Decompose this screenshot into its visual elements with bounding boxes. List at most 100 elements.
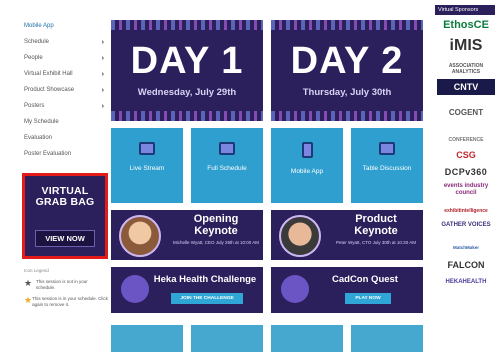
- sponsor-name: COGENT: [448, 108, 484, 117]
- grab-bag-title-line2: GRAB BAG: [35, 196, 95, 208]
- banner-title: Heka Health Challenge: [153, 274, 257, 285]
- sponsor-logo[interactable]: events industry council: [437, 181, 495, 203]
- keynote-detail: Michelle Wyatt, CEO July 29th at 10:00 A…: [173, 240, 259, 245]
- sidebar-item-exhibit-hall[interactable]: Virtual Exhibit Hall ›: [24, 66, 104, 82]
- sponsor-name: MatchMaker: [452, 245, 479, 250]
- sidebar-item-label: Product Showcase: [24, 87, 75, 93]
- sidebar-nav: Mobile App Schedule › People › Virtual Exh…: [24, 18, 104, 162]
- sponsor-logo[interactable]: CONFERENCE: [437, 125, 495, 147]
- sidebar-item-label: Mobile App: [24, 23, 54, 29]
- sponsor-logo[interactable]: ASSOCIATION ANALYTICS: [437, 59, 495, 77]
- sponsor-logo[interactable]: FALCON: [437, 255, 495, 275]
- day-2-card[interactable]: DAY 2 Thursday, July 30th: [271, 20, 423, 121]
- product-keynote-card[interactable]: Product Keynote Peter Wyatt, CTO July 30…: [271, 210, 423, 260]
- main-content: DAY 1 Wednesday, July 29th DAY 2 Thursda…: [111, 0, 429, 352]
- sponsor-name: GATHER VOICES: [441, 222, 491, 228]
- sidebar-item-mobile-app[interactable]: Mobile App: [24, 18, 104, 34]
- tile-mobile-app[interactable]: Mobile App: [271, 128, 343, 203]
- trophy-icon: [281, 275, 309, 303]
- tile-table-discussion[interactable]: Table Discussion: [351, 128, 423, 203]
- legend-title: Icon Legend: [24, 268, 49, 273]
- play-now-button[interactable]: PLAY NOW: [345, 293, 391, 304]
- icon-legend: Icon Legend ★ This session is not in you…: [24, 268, 108, 313]
- video-icon: [139, 142, 155, 155]
- sponsor-name: HEKAHEALTH: [445, 279, 487, 285]
- sponsors-column: Virtual Sponsors EthosCE iMIS ASSOCIATIO…: [433, 0, 499, 352]
- sponsors-header: Virtual Sponsors: [435, 5, 495, 15]
- sidebar-item-people[interactable]: People ›: [24, 50, 104, 66]
- sidebar-item-label: Virtual Exhibit Hall: [24, 71, 73, 77]
- sidebar-item-schedule[interactable]: Schedule ›: [24, 34, 104, 50]
- sponsor-name: EthosCE: [443, 19, 489, 31]
- sponsor-name: events industry council: [443, 183, 489, 196]
- sponsor-logo[interactable]: MatchMaker: [437, 241, 495, 255]
- legend-row: ★ This session is not in your schedule.: [24, 279, 108, 290]
- left-sidebar: Mobile App Schedule › People › Virtual Exh…: [0, 0, 110, 352]
- sidebar-item-label: Posters: [24, 103, 45, 109]
- day-1-card[interactable]: DAY 1 Wednesday, July 29th: [111, 20, 263, 121]
- sponsor-logo[interactable]: EthosCE: [437, 19, 495, 37]
- bottom-tile[interactable]: [111, 325, 183, 352]
- sponsor-name: ASSOCIATION ANALYTICS: [448, 63, 484, 75]
- grab-bag-title: VIRTUAL GRAB BAG: [25, 186, 105, 208]
- opening-keynote-card[interactable]: Opening Keynote Michelle Wyatt, CEO July…: [111, 210, 263, 260]
- health-challenge-banner[interactable]: Heka Health Challenge JOIN THE CHALLENGE: [111, 267, 263, 313]
- view-now-button[interactable]: VIEW NOW: [35, 230, 95, 247]
- speaker-photo: [279, 215, 321, 257]
- pattern-decoration: [271, 111, 423, 121]
- bottom-tile[interactable]: [351, 325, 423, 352]
- sidebar-item-label: Poster Evaluation: [24, 151, 72, 157]
- join-challenge-button[interactable]: JOIN THE CHALLENGE: [171, 293, 243, 304]
- sponsor-name: CONFERENCE: [448, 137, 484, 143]
- sponsor-logo[interactable]: CNTV: [437, 79, 495, 95]
- sidebar-item-product-showcase[interactable]: Product Showcase ›: [24, 82, 104, 98]
- speaker-photo: [119, 215, 161, 257]
- sponsor-logo[interactable]: iMIS: [437, 37, 495, 59]
- sponsor-logo[interactable]: exhibitintelligence: [437, 203, 495, 219]
- sidebar-item-label: People: [24, 55, 43, 61]
- chevron-right-icon: ›: [101, 38, 104, 46]
- heart-icon: [121, 275, 149, 303]
- virtual-grab-bag-banner[interactable]: VIRTUAL GRAB BAG VIEW NOW: [22, 173, 108, 259]
- sidebar-item-my-schedule[interactable]: My Schedule: [24, 114, 104, 130]
- pattern-decoration: [111, 111, 263, 121]
- chevron-right-icon: ›: [101, 86, 104, 94]
- legend-row: ★ This session is in your schedule. Clic…: [24, 296, 108, 307]
- sidebar-item-poster-evaluation[interactable]: Poster Evaluation: [24, 146, 104, 162]
- keynote-title: Product Keynote: [354, 213, 398, 237]
- tile-label: Table Discussion: [362, 165, 412, 172]
- day-date: Thursday, July 30th: [302, 87, 392, 98]
- tile-full-schedule[interactable]: Full Schedule: [191, 128, 263, 203]
- banner-title: CadCon Quest: [332, 274, 398, 285]
- chevron-right-icon: ›: [101, 54, 104, 62]
- chat-icon: [379, 142, 395, 155]
- keynote-detail: Peter Wyatt, CTO July 30th at 10:30 AM: [336, 240, 416, 245]
- sponsor-name: CNTV: [453, 82, 479, 92]
- sidebar-item-posters[interactable]: Posters ›: [24, 98, 104, 114]
- cadcon-quest-banner[interactable]: CadCon Quest PLAY NOW: [271, 267, 423, 313]
- sponsor-name: DCPv360: [444, 167, 488, 177]
- sponsor-name: iMIS: [449, 37, 483, 54]
- sponsor-logo[interactable]: COGENT: [437, 101, 495, 125]
- day-title: DAY 2: [290, 40, 404, 82]
- tile-label: Full Schedule: [207, 165, 247, 172]
- sidebar-item-label: Evaluation: [24, 135, 53, 141]
- bottom-tile[interactable]: [271, 325, 343, 352]
- pattern-decoration: [111, 20, 263, 30]
- sponsor-name: CSG: [456, 150, 476, 160]
- sponsor-logo[interactable]: DCPv360: [437, 163, 495, 181]
- chevron-right-icon: ›: [101, 70, 104, 78]
- sponsor-logo[interactable]: GATHER VOICES: [437, 219, 495, 241]
- star-filled-icon: ★: [24, 295, 33, 305]
- sidebar-item-evaluation[interactable]: Evaluation: [24, 130, 104, 146]
- sponsor-logo[interactable]: HEKAHEALTH: [437, 275, 495, 289]
- legend-text: This session is not in your schedule.: [35, 279, 88, 290]
- bottom-tile[interactable]: [191, 325, 263, 352]
- pattern-decoration: [271, 20, 423, 30]
- tile-live-stream[interactable]: Live Stream: [111, 128, 183, 203]
- mobile-phone-icon: [301, 142, 313, 158]
- sponsor-name: FALCON: [447, 260, 485, 270]
- sponsor-logo[interactable]: CSG: [437, 147, 495, 163]
- star-outline-icon: ★: [24, 278, 33, 288]
- day-date: Wednesday, July 29th: [137, 87, 237, 98]
